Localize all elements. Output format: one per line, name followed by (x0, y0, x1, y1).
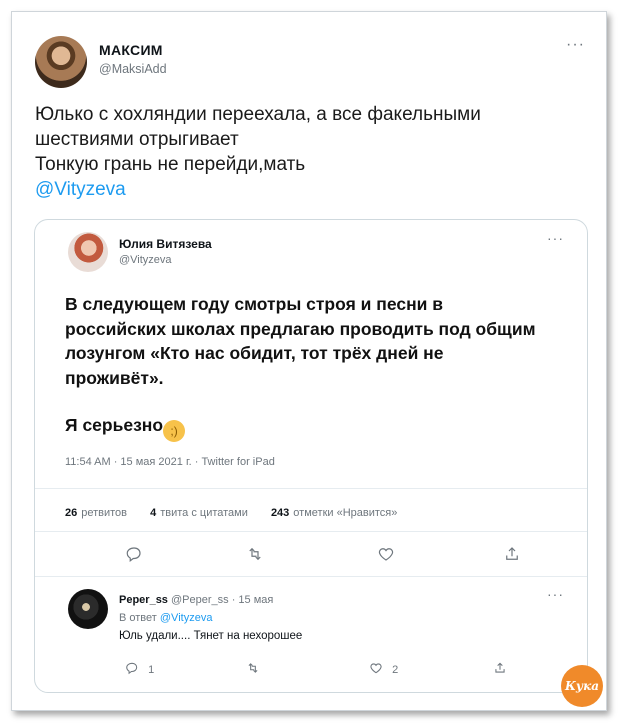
divider (35, 531, 587, 532)
like-icon (370, 663, 382, 674)
tweet-text: Юлько с хохляндии переехала, а все факел… (35, 102, 595, 202)
author-avatar[interactable] (35, 36, 87, 88)
author-name[interactable]: МАКСИМ (99, 42, 163, 58)
quote-serious-text: Я серьезно (65, 415, 164, 435)
likes-label: отметки «Нравится» (293, 507, 398, 519)
reply-retweet-icon[interactable] (245, 661, 261, 678)
like-icon[interactable] (377, 545, 395, 566)
tweet-text-line: шествиями отрыгивает (35, 129, 239, 150)
share-icon[interactable] (503, 545, 521, 566)
reply-to-line: В ответ @Vityzeva (119, 612, 212, 624)
quote-serious-line: Я серьезно;) (65, 415, 186, 442)
quoted-tweet[interactable]: Юлия Витязева @Vityzeva ··· В следующем … (34, 219, 588, 693)
reply-count: 1 (148, 664, 155, 676)
quote-timestamp[interactable]: 11:54 AM · 15 мая 2021 г. · Twitter for … (65, 456, 275, 468)
reply-reply-button[interactable]: 1 (125, 661, 154, 676)
quote-author-name[interactable]: Юлия Витязева (119, 237, 212, 251)
reply-share-icon[interactable] (493, 661, 507, 678)
reply-like-button[interactable]: 2 (369, 661, 398, 676)
reply-author-name[interactable]: Peper_ss (119, 594, 168, 606)
more-options-icon[interactable]: ··· (566, 36, 585, 54)
tweet-text-line: Юлько с хохляндии переехала, а все факел… (35, 104, 481, 125)
tweet-text-line: Тонкую грань не перейди,мать (35, 154, 306, 175)
reply-icon (126, 662, 138, 675)
engagement-stats: 26 ретвитов 4 твита с цитатами 243 отметки … (65, 507, 417, 519)
reply-text: Юль удали.... Тянет на нехорошее (119, 630, 303, 642)
retweets-count: 26 (65, 507, 78, 519)
quotes-stat[interactable]: 4 твита с цитатами (150, 507, 248, 519)
retweet-icon[interactable] (245, 545, 265, 566)
quote-author-avatar[interactable] (68, 232, 108, 272)
reply-date[interactable]: · 15 мая (232, 594, 274, 606)
quotes-label: твита с цитатами (160, 507, 248, 519)
reply-to-handle[interactable]: @Vityzeva (160, 612, 213, 624)
retweets-label: ретвитов (81, 507, 128, 519)
reply-more-options-icon[interactable]: ··· (547, 586, 564, 602)
likes-stat[interactable]: 243 отметки «Нравится» (271, 507, 397, 519)
reply-header: Peper_ss @Peper_ss · 15 мая (119, 594, 273, 606)
divider (35, 488, 587, 489)
mention-link[interactable]: @Vityzeva (35, 177, 595, 202)
quote-more-options-icon[interactable]: ··· (547, 230, 564, 246)
reply-author-avatar[interactable] (68, 589, 108, 629)
retweets-stat[interactable]: 26 ретвитов (65, 507, 127, 519)
tweet-screenshot-frame: МАКСИМ @MaksiAdd ··· Юлько с хохляндии п… (11, 11, 607, 711)
quotes-count: 4 (150, 507, 157, 519)
reply-author-handle[interactable]: @Peper_ss (171, 594, 229, 606)
reply-like-count: 2 (392, 664, 399, 676)
watermark-logo: Кука (561, 665, 603, 707)
divider (35, 576, 587, 577)
reply-to-prefix: В ответ (119, 612, 157, 624)
reply-icon[interactable] (125, 545, 143, 566)
quote-author-handle[interactable]: @Vityzeva (119, 254, 172, 266)
author-handle[interactable]: @MaksiAdd (99, 62, 167, 76)
quote-body: В следующем году смотры строя и песни в … (65, 294, 536, 388)
winking-face-emoji-icon: ;) (163, 420, 186, 442)
likes-count: 243 (270, 507, 290, 519)
